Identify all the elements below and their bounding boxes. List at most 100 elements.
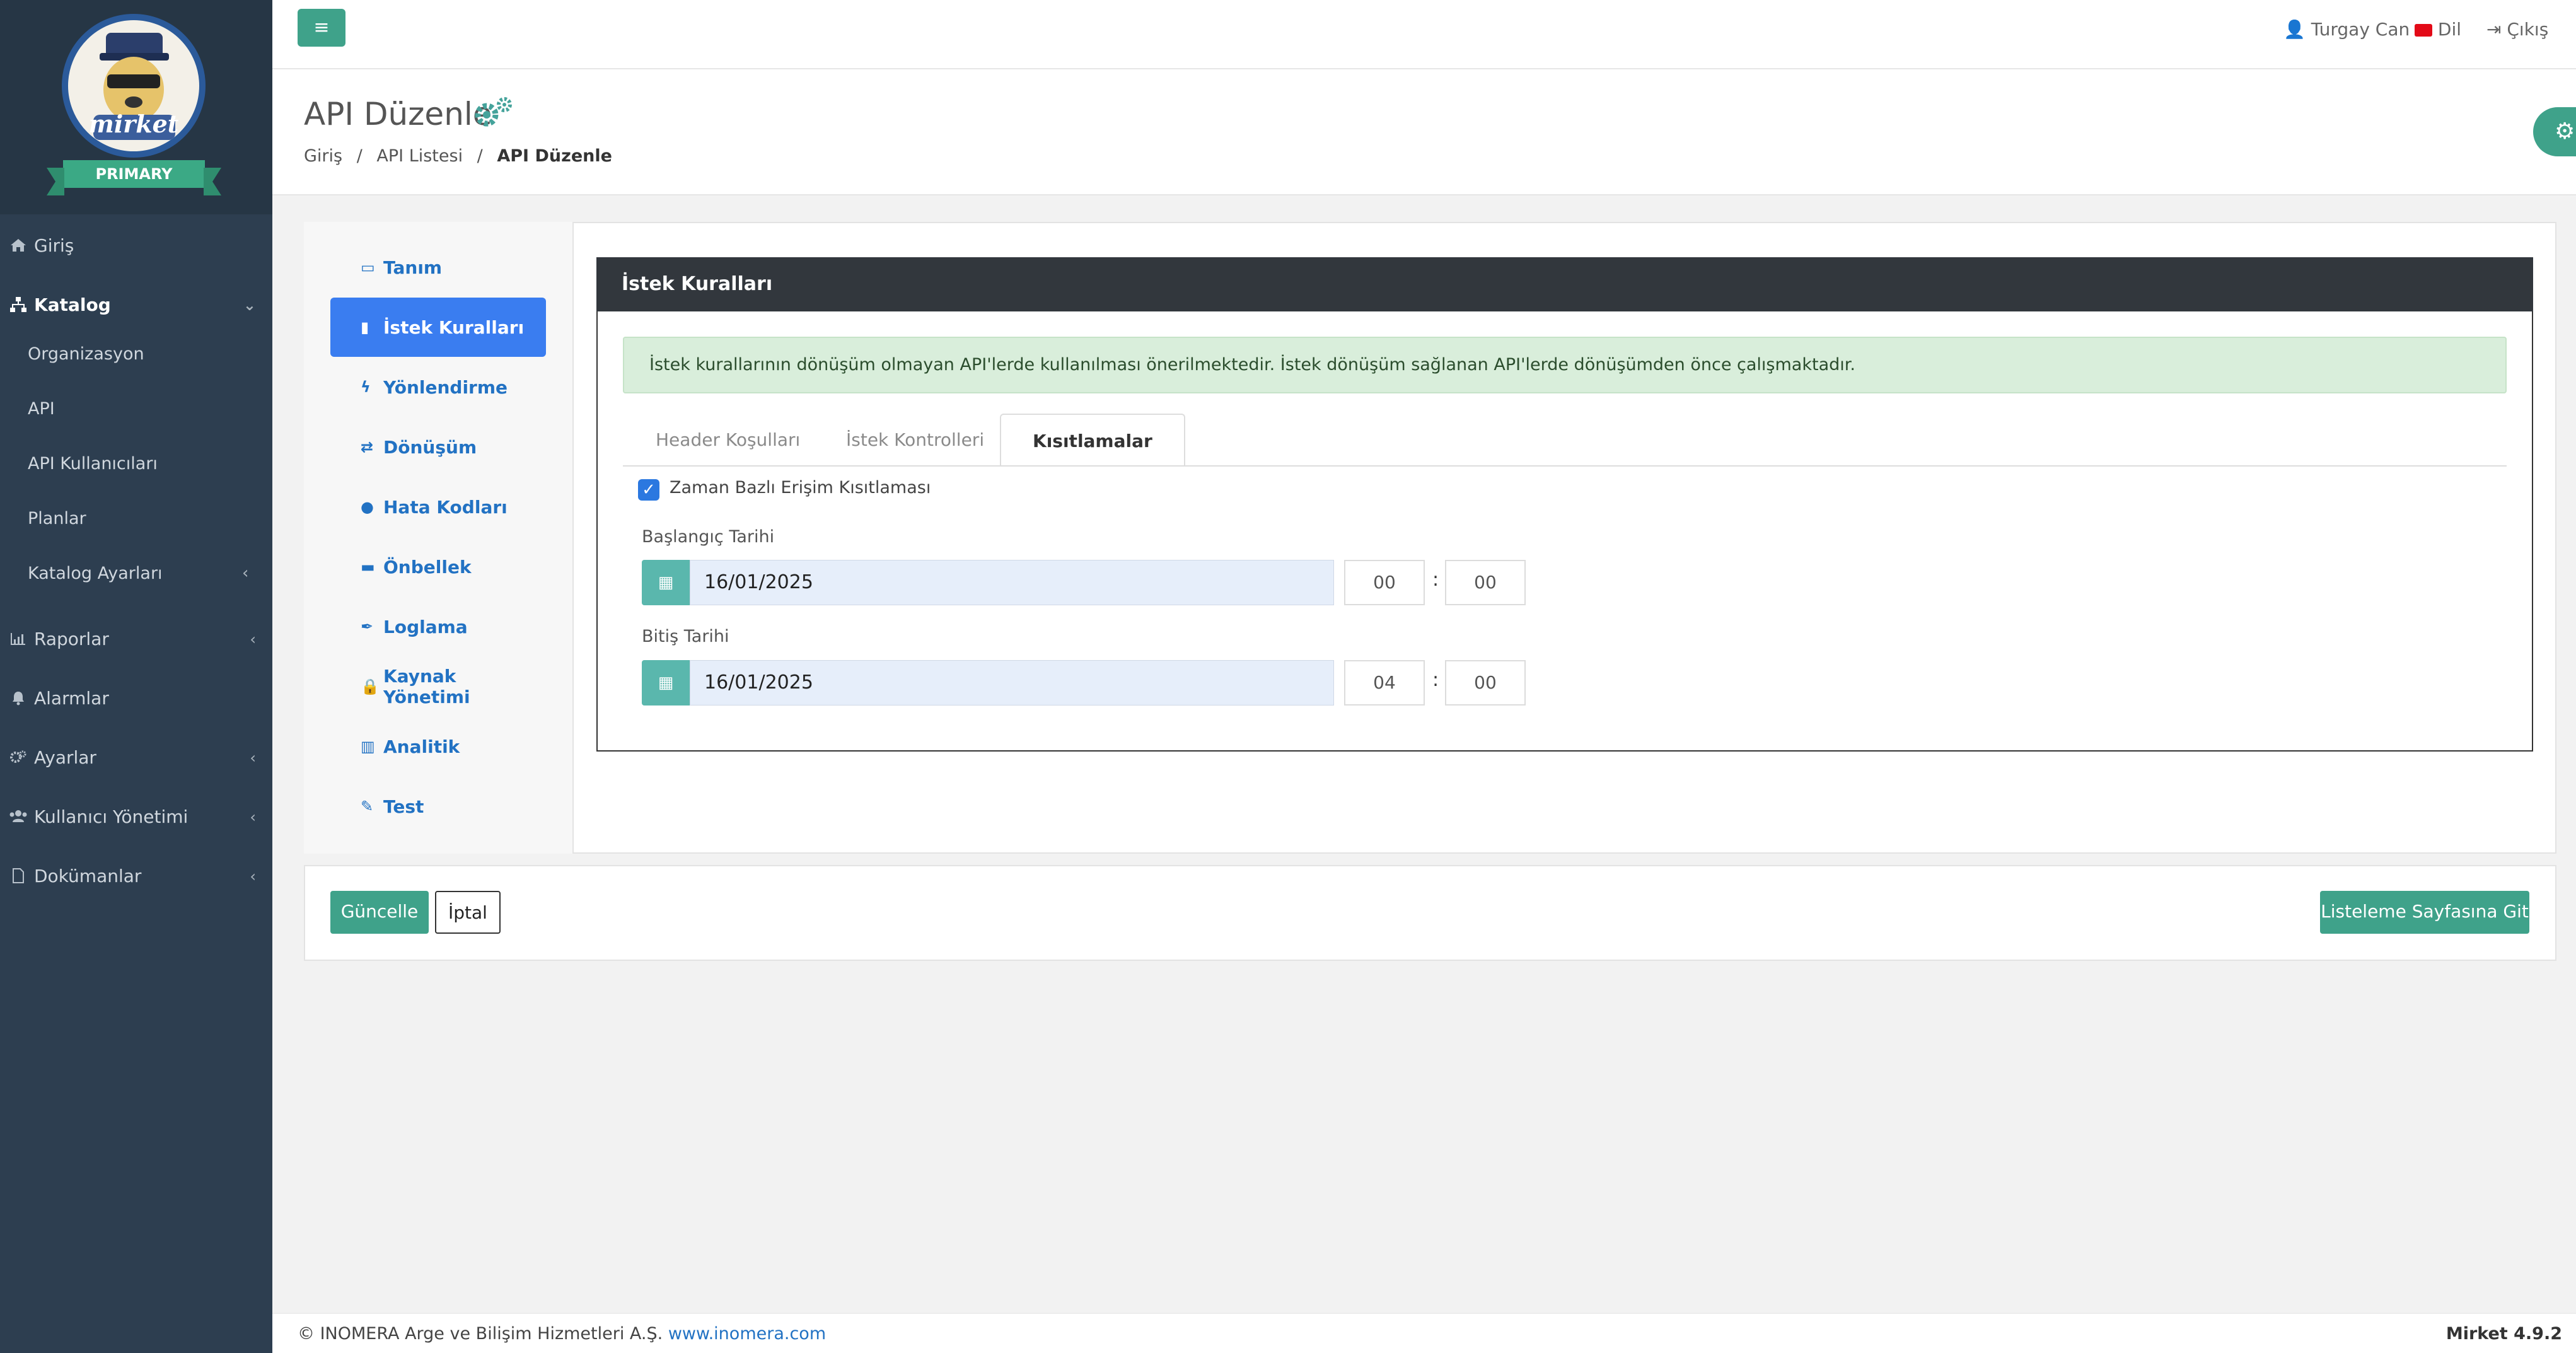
chart-line-icon: ▥: [361, 738, 375, 755]
chart-icon: [9, 630, 28, 647]
action-bar: [304, 865, 2556, 961]
menu-item-label: Test: [383, 796, 424, 817]
trash-icon: ▮: [361, 318, 369, 336]
time-restriction-label: Zaman Bazlı Erişim Kısıtlaması: [670, 478, 931, 497]
menu-item-label: Hata Kodları: [383, 496, 508, 518]
svg-text:mirket: mirket: [89, 110, 179, 138]
logout-label: Çıkış: [2507, 19, 2549, 40]
chevron-left-icon: ‹: [250, 630, 256, 648]
sidebar-subitem-planlar[interactable]: Planlar: [28, 509, 86, 528]
time-restriction-checkbox[interactable]: ✓: [638, 479, 659, 501]
tab-header-kosullari[interactable]: Header Koşulları: [624, 414, 832, 467]
breadcrumb-giris[interactable]: Giriş: [304, 146, 342, 166]
file-icon: [9, 867, 28, 885]
end-minute-input[interactable]: 00: [1445, 660, 1526, 706]
end-date-label: Bitiş Tarihi: [642, 627, 729, 646]
mirket-logo[interactable]: mirket: [62, 14, 206, 158]
go-list-button[interactable]: Listeleme Sayfasına Git: [2320, 891, 2529, 934]
version-label: Mirket 4.9.2: [2445, 1324, 2562, 1344]
calendar-icon[interactable]: ▦: [642, 560, 690, 605]
home-icon: [9, 236, 28, 254]
tab-kisitlamalar[interactable]: Kısıtlamalar: [1000, 414, 1185, 467]
sidebar-item-kullanici-yonetimi[interactable]: Kullanıcı Yönetimi ‹: [0, 787, 272, 846]
start-date-label: Başlangıç Tarihi: [642, 527, 775, 547]
sidebar-item-label: Ayarlar: [34, 746, 96, 768]
menu-item-analitik[interactable]: ▥ Analitik: [330, 717, 546, 776]
breadcrumb: Giriş / API Listesi / API Düzenle: [304, 146, 612, 166]
calendar-icon[interactable]: ▦: [642, 660, 690, 706]
chevron-left-icon: ‹: [250, 808, 256, 826]
pen-icon: ✎: [361, 798, 374, 815]
menu-item-test[interactable]: ✎ Test: [330, 777, 546, 836]
bolt-icon: ϟ: [361, 378, 371, 396]
lock-icon: 🔒: [361, 678, 380, 695]
tab-istek-kontrolleri[interactable]: İstek Kontrolleri: [815, 414, 1016, 467]
menu-item-label: Kaynak Yönetimi: [383, 666, 470, 707]
menu-item-hata-kodlari[interactable]: ● Hata Kodları: [330, 477, 546, 537]
page-title: API Düzenle: [304, 96, 492, 132]
sidebar-item-ayarlar[interactable]: Ayarlar ‹: [0, 728, 272, 787]
sidebar-item-katalog[interactable]: Katalog ⌄: [0, 275, 272, 334]
exchange-icon: ⇄: [361, 438, 374, 456]
exclamation-icon: ●: [361, 498, 374, 516]
sitemap-icon: [9, 296, 28, 313]
update-button[interactable]: Güncelle: [330, 891, 429, 934]
top-header: [272, 0, 2576, 69]
footer: © INOMERA Arge ve Bilişim Hizmetleri A.Ş…: [272, 1313, 2576, 1353]
meerkat-mascot-icon: mirket: [89, 33, 179, 140]
sidebar-subitem-api[interactable]: API: [28, 399, 55, 419]
tabs-divider: [623, 465, 2507, 467]
menu-item-donusum[interactable]: ⇄ Dönüşüm: [330, 417, 546, 477]
sidebar-item-alarmlar[interactable]: Alarmlar: [0, 668, 272, 728]
logout-link[interactable]: ⇥ Çıkış: [2486, 19, 2548, 40]
settings-float-button[interactable]: ⚙: [2533, 107, 2576, 156]
menu-item-label: Yönlendirme: [383, 376, 508, 398]
sidebar-subitem-api-kullanicilari[interactable]: API Kullanıcıları: [28, 454, 158, 473]
breadcrumb-current: API Düzenle: [497, 146, 612, 166]
users-icon: [9, 808, 28, 825]
breadcrumb-separator: /: [477, 146, 483, 166]
menu-item-label: Loglama: [383, 616, 468, 637]
end-hour-input[interactable]: 04: [1344, 660, 1425, 706]
chevron-left-icon: ‹: [250, 868, 256, 885]
sidebar-item-label: Katalog: [34, 294, 111, 315]
user-menu[interactable]: 👤 Turgay Can: [2283, 19, 2410, 40]
bell-icon: [9, 689, 28, 707]
menu-item-label: Dönüşüm: [383, 436, 477, 458]
panel-title: İstek Kuralları: [596, 257, 2533, 311]
sidebar-item-giris[interactable]: Giriş: [0, 216, 272, 275]
start-minute-input[interactable]: 00: [1445, 560, 1526, 605]
user-icon: 👤: [2283, 19, 2306, 40]
menu-item-onbellek[interactable]: ▬ Önbellek: [330, 537, 546, 596]
menu-item-yonlendirme[interactable]: ϟ Yönlendirme: [330, 357, 546, 417]
menu-item-tanim[interactable]: ▭ Tanım: [330, 238, 546, 297]
sidebar-item-label: Giriş: [34, 235, 74, 256]
memory-icon: ▬: [361, 558, 375, 576]
time-separator: :: [1432, 669, 1439, 691]
hamburger-button[interactable]: ≡: [298, 9, 345, 47]
info-alert: İstek kurallarının dönüşüm olmayan API'l…: [623, 337, 2507, 393]
sidebar-item-dokumanlar[interactable]: Dokümanlar ‹: [0, 846, 272, 905]
sidebar-subitem-katalog-ayarlari[interactable]: Katalog Ayarları: [28, 564, 163, 583]
company-link[interactable]: www.inomera.com: [668, 1324, 826, 1344]
language-menu[interactable]: Dil: [2415, 19, 2461, 40]
sidebar-item-raporlar[interactable]: Raporlar ‹: [0, 609, 272, 668]
turkey-flag-icon: [2415, 24, 2432, 37]
start-hour-input[interactable]: 00: [1344, 560, 1425, 605]
language-label: Dil: [2437, 19, 2462, 40]
breadcrumb-separator: /: [356, 146, 363, 166]
sidebar-subitem-organizasyon[interactable]: Organizasyon: [28, 344, 144, 364]
brand-ribbon: PRIMARY: [47, 160, 221, 195]
gears-icon: [472, 95, 514, 130]
breadcrumb-api-listesi[interactable]: API Listesi: [376, 146, 463, 166]
cancel-button[interactable]: İptal: [435, 891, 501, 934]
time-separator: :: [1432, 569, 1439, 591]
menu-item-label: İstek Kuralları: [383, 316, 525, 338]
start-date-input[interactable]: 16/01/2025: [690, 560, 1334, 605]
sidebar-item-label: Kullanıcı Yönetimi: [34, 806, 189, 827]
end-date-input[interactable]: 16/01/2025: [690, 660, 1334, 706]
menu-item-kaynak-yonetimi[interactable]: 🔒 Kaynak Yönetimi: [330, 657, 546, 716]
menu-item-istek-kurallari[interactable]: ▮ İstek Kuralları: [330, 298, 546, 357]
menu-item-loglama[interactable]: ✒ Loglama: [330, 597, 546, 656]
id-card-icon: ▭: [361, 258, 375, 276]
